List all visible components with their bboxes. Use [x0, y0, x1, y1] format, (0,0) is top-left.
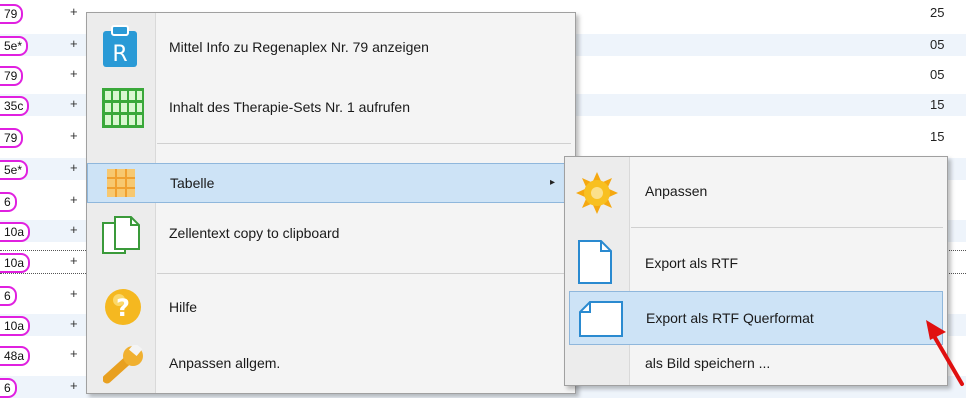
menu-item-tabelle[interactable]: Tabelle ▸	[87, 163, 575, 203]
menu-item-mittel-info[interactable]: R Mittel Info zu Regenaplex Nr. 79 anzei…	[87, 17, 575, 79]
row-id-pill: 10a	[0, 222, 31, 242]
menu-item-label: Mittel Info zu Regenaplex Nr. 79 anzeige…	[169, 39, 429, 55]
expand-plus[interactable]: +	[70, 192, 78, 207]
row-id-pill: 10a	[0, 253, 31, 273]
expand-plus[interactable]: +	[70, 378, 78, 393]
expand-plus[interactable]: +	[70, 346, 78, 361]
red-pointer-arrow-icon	[924, 318, 966, 391]
wrench-icon	[102, 342, 147, 388]
menu-separator	[157, 273, 571, 274]
row-id-pill: 6	[0, 192, 17, 212]
menu-separator	[631, 227, 943, 228]
document-portrait-icon	[577, 239, 613, 288]
expand-plus[interactable]: +	[70, 222, 78, 237]
svg-text:R: R	[112, 42, 127, 67]
row-value: 15	[930, 129, 945, 144]
submenu-arrow-icon: ▸	[550, 177, 556, 188]
menu-item-hilfe[interactable]: ? Hilfe	[87, 279, 575, 339]
submenu-item-export-rtf-querformat[interactable]: Export als RTF Querformat	[569, 291, 943, 345]
row-id-pill: 6	[0, 378, 17, 398]
menu-item-label: Hilfe	[169, 299, 198, 315]
row-id-pill: 10a	[0, 316, 31, 336]
expand-plus[interactable]: +	[70, 160, 78, 175]
submenu-item-label: als Bild speichern ...	[645, 355, 771, 371]
svg-text:?: ?	[116, 294, 130, 322]
table-grid-icon	[106, 168, 136, 201]
menu-item-therapie-set[interactable]: Inhalt des Therapie-Sets Nr. 1 aufrufen	[87, 79, 575, 139]
row-id-pill: 79	[0, 66, 24, 86]
row-value: 15	[930, 97, 945, 112]
expand-plus[interactable]: +	[70, 96, 78, 111]
expand-plus[interactable]: +	[70, 286, 78, 301]
copy-pages-icon	[101, 215, 141, 264]
row-id-pill: 5e*	[0, 160, 29, 180]
row-id-pill: 6	[0, 286, 17, 306]
expand-plus[interactable]: +	[70, 66, 78, 81]
row-id-pill: 5e*	[0, 36, 29, 56]
submenu-item-label: Export als RTF	[645, 255, 739, 271]
expand-plus[interactable]: +	[70, 253, 78, 268]
row-id-pill: 48a	[0, 346, 31, 366]
menu-item-label: Anpassen allgem.	[169, 355, 281, 371]
expand-plus[interactable]: +	[70, 36, 78, 51]
submenu-item-label: Anpassen	[645, 183, 708, 199]
row-id-pill: 79	[0, 128, 24, 148]
menu-item-copy-clipboard[interactable]: Zellentext copy to clipboard	[87, 205, 575, 271]
menu-item-label: Zellentext copy to clipboard	[169, 225, 340, 241]
menu-item-label: Inhalt des Therapie-Sets Nr. 1 aufrufen	[169, 99, 410, 115]
row-id-pill: 79	[0, 4, 24, 24]
expand-plus[interactable]: +	[70, 4, 78, 19]
row-value: 25	[930, 5, 945, 20]
menu-separator	[157, 143, 571, 144]
table-submenu: Anpassen Export als RTF Export als RTF Q…	[564, 156, 948, 386]
green-grid-icon	[101, 87, 145, 132]
submenu-item-als-bild-speichern[interactable]: als Bild speichern ...	[565, 347, 947, 381]
menu-item-label: Tabelle	[170, 175, 215, 191]
expand-plus[interactable]: +	[70, 316, 78, 331]
row-id-pill: 35c	[0, 96, 30, 116]
submenu-item-anpassen[interactable]: Anpassen	[565, 161, 947, 223]
submenu-item-export-rtf[interactable]: Export als RTF	[565, 233, 947, 291]
document-landscape-icon	[578, 300, 624, 341]
clipboard-r-icon: R	[101, 25, 139, 72]
help-question-icon: ?	[103, 287, 143, 332]
context-menu: R Mittel Info zu Regenaplex Nr. 79 anzei…	[86, 12, 576, 394]
menu-item-anpassen-allgem[interactable]: Anpassen allgem.	[87, 339, 575, 391]
expand-plus[interactable]: +	[70, 128, 78, 143]
row-value: 05	[930, 37, 945, 52]
submenu-item-label: Export als RTF Querformat	[646, 310, 814, 326]
row-value: 05	[930, 67, 945, 82]
sun-gear-icon	[575, 171, 619, 218]
